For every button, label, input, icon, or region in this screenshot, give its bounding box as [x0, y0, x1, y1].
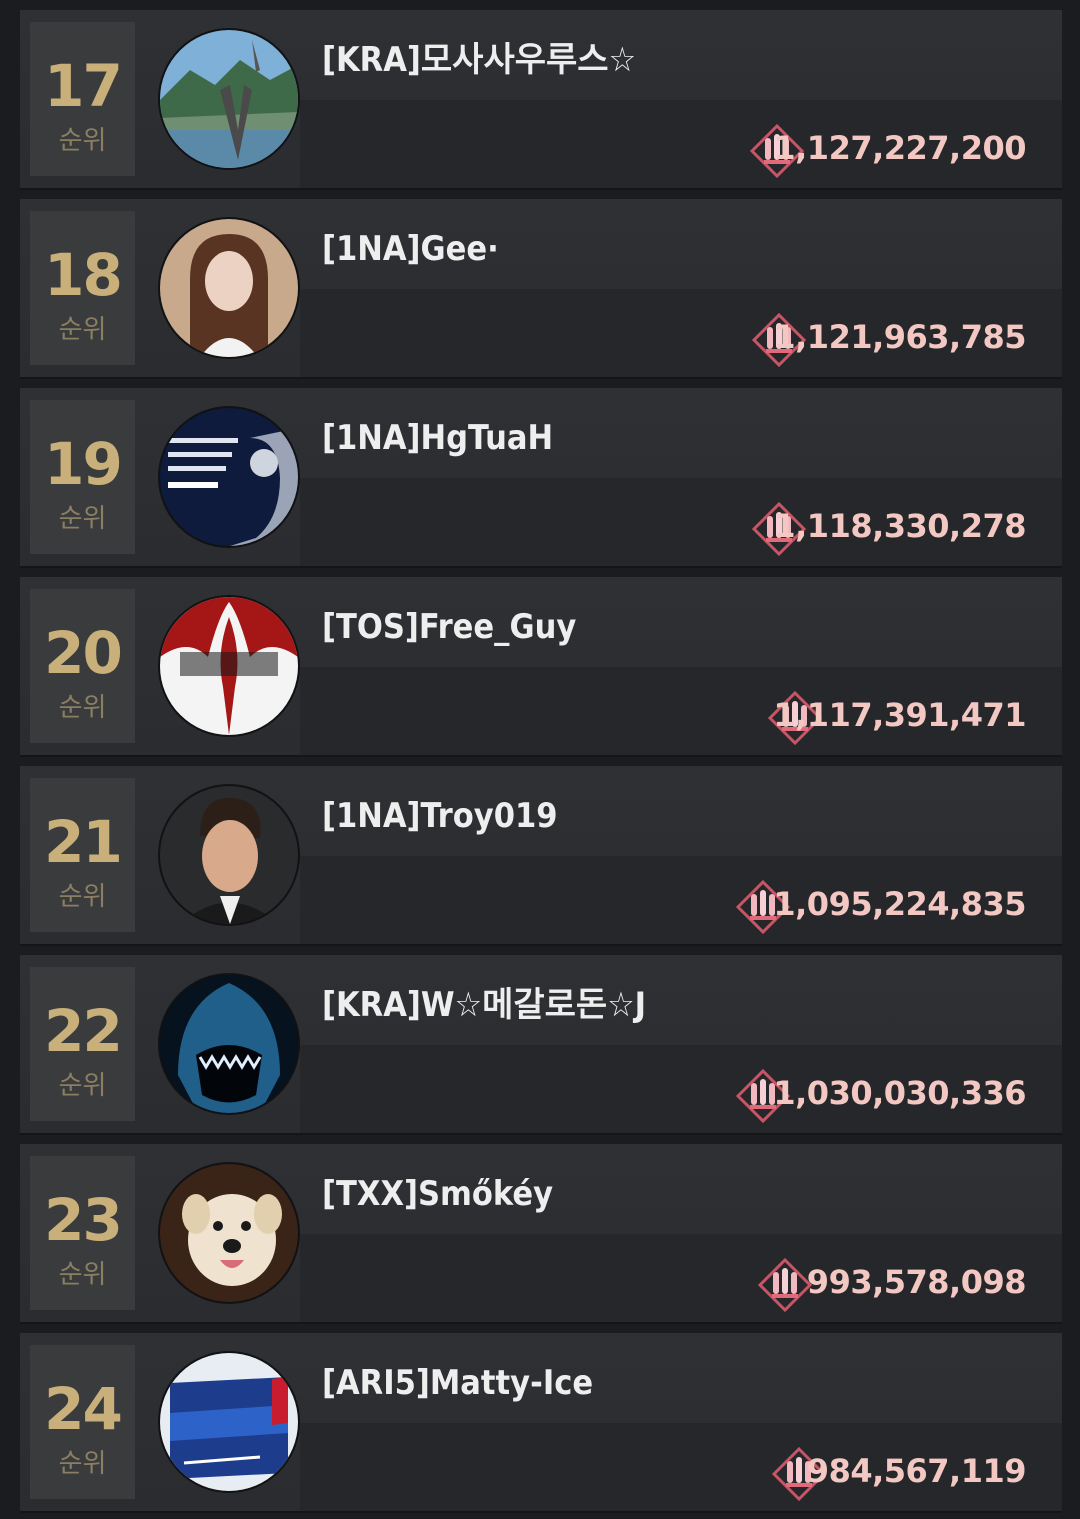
beer-box-avatar-icon[interactable]	[160, 1353, 298, 1491]
score-value: 1,127,227,200	[773, 129, 1026, 167]
player-name: [ARI5]Matty-Ice	[322, 1363, 594, 1403]
player-name: [KRA]W☆메갈로돈☆J	[322, 985, 646, 1025]
player-name: [1NA]Troy019	[322, 796, 558, 836]
ranking-row[interactable]: 22 순위 [KRA]W☆메갈로돈☆J 1,030,030,336	[20, 955, 1062, 1133]
rank-badge: 21 순위	[30, 778, 135, 932]
score-value: 1,095,224,835	[773, 885, 1026, 923]
dog-avatar-icon[interactable]	[160, 1164, 298, 1302]
rank-label: 순위	[58, 1071, 107, 1101]
rank-number: 19	[44, 430, 123, 498]
rank-number: 21	[44, 808, 123, 876]
player-name: [TOS]Free_Guy	[322, 607, 577, 647]
rank-number: 20	[44, 619, 123, 687]
score-value: 1,118,330,278	[773, 507, 1026, 545]
rank-badge: 17 순위	[30, 22, 135, 176]
ranking-row[interactable]: 24 순위 [ARI5]Matty-Ice 984,567,119	[20, 1333, 1062, 1511]
rank-number: 17	[44, 52, 123, 120]
score-value: 1,121,963,785	[773, 318, 1026, 356]
rank-label: 순위	[58, 126, 107, 156]
rank-number: 18	[44, 241, 123, 309]
rank-badge: 22 순위	[30, 967, 135, 1121]
ranking-list: 17 순위 [KRA]모사사우루스☆ 1,127,227,200 18 순위 […	[0, 0, 1080, 1519]
rank-number: 22	[44, 997, 123, 1065]
rank-badge: 23 순위	[30, 1156, 135, 1310]
rank-label: 순위	[58, 1449, 107, 1479]
rank-number: 23	[44, 1186, 123, 1254]
rank-badge: 19 순위	[30, 400, 135, 554]
player-name: [1NA]Gee·	[322, 229, 499, 269]
player-name: [1NA]HgTuaH	[322, 418, 554, 458]
rank-badge: 18 순위	[30, 211, 135, 365]
rank-badge: 20 순위	[30, 589, 135, 743]
fleur-de-lis-avatar-icon[interactable]	[160, 597, 298, 735]
score-value: 1,117,391,471	[773, 696, 1026, 734]
rank-label: 순위	[58, 1260, 107, 1290]
rank-badge: 24 순위	[30, 1345, 135, 1499]
quote-portrait-avatar-icon[interactable]	[160, 408, 298, 546]
rank-label: 순위	[58, 882, 107, 912]
ranking-row[interactable]: 23 순위 [TXX]Smőkéy 993,578,098	[20, 1144, 1062, 1322]
player-name: [KRA]모사사우루스☆	[322, 40, 637, 80]
score-value: 993,578,098	[806, 1263, 1027, 1301]
shark-avatar-icon[interactable]	[160, 975, 298, 1113]
ranking-row[interactable]: 18 순위 [1NA]Gee· 1,121,963,785	[20, 199, 1062, 377]
player-name: [TXX]Smőkéy	[322, 1174, 554, 1214]
score-value: 984,567,119	[806, 1452, 1027, 1490]
rank-label: 순위	[58, 315, 107, 345]
ranking-row[interactable]: 20 순위 [TOS]Free_Guy 1,117,391,471	[20, 577, 1062, 755]
rank-number: 24	[44, 1375, 123, 1443]
woman-portrait-avatar-icon[interactable]	[160, 219, 298, 357]
rank-label: 순위	[58, 504, 107, 534]
score-value: 1,030,030,336	[773, 1074, 1026, 1112]
ranking-row[interactable]: 17 순위 [KRA]모사사우루스☆ 1,127,227,200	[20, 10, 1062, 188]
man-portrait-avatar-icon[interactable]	[160, 786, 298, 924]
ranking-row[interactable]: 21 순위 [1NA]Troy019 1,095,224,835	[20, 766, 1062, 944]
rank-label: 순위	[58, 693, 107, 723]
ranking-row[interactable]: 19 순위 [1NA]HgTuaH 1,118,330,278	[20, 388, 1062, 566]
bullet-trophy-icon	[758, 1258, 812, 1312]
mountain-lake-avatar-icon[interactable]	[160, 30, 298, 168]
